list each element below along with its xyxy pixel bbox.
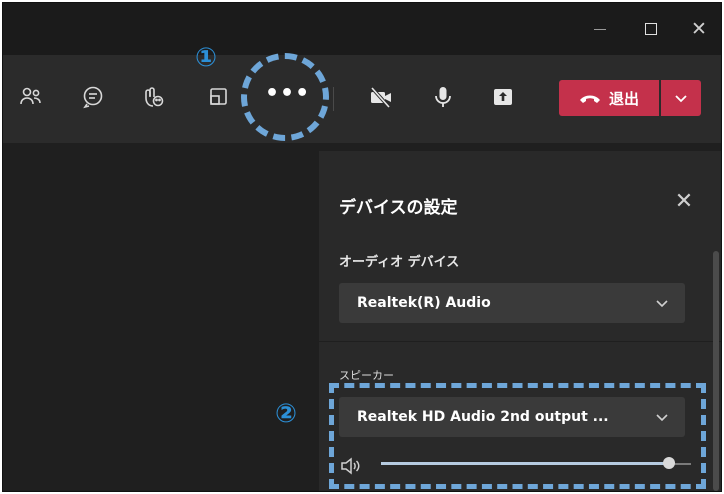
people-icon	[20, 87, 41, 105]
scrollbar-thumb[interactable]	[713, 251, 719, 491]
microphone-toggle-button[interactable]	[427, 81, 459, 113]
leave-label: 退出	[608, 89, 639, 108]
audio-device-select[interactable]: Realtek(R) Audio	[339, 283, 685, 323]
minimize-icon	[594, 29, 606, 30]
share-screen-button[interactable]	[487, 81, 519, 113]
audio-device-value: Realtek(R) Audio	[357, 295, 491, 311]
meeting-toolbar: ••• 退出	[3, 55, 721, 143]
people-button[interactable]	[15, 81, 47, 113]
teams-meeting-window: ✕ ••• 退出 デバイスの設定 ✕ オーディオ デバイス Realtek(R)…	[2, 2, 722, 492]
chevron-down-icon	[675, 95, 687, 103]
microphone-icon	[435, 87, 451, 107]
panel-title: デバイスの設定	[339, 198, 458, 218]
toolbar-divider	[333, 87, 334, 111]
maximize-button[interactable]	[639, 17, 663, 41]
phone-hangup-icon	[579, 95, 600, 103]
leave-button[interactable]: 退出	[559, 80, 659, 116]
window-close-button[interactable]: ✕	[687, 17, 711, 41]
leave-options-button[interactable]	[661, 80, 701, 116]
chat-icon	[83, 86, 103, 109]
audio-device-label: オーディオ デバイス	[339, 255, 460, 270]
chevron-down-icon	[656, 300, 668, 308]
annotation-rect-speaker	[329, 383, 706, 489]
section-divider	[319, 341, 721, 342]
breakout-rooms-button[interactable]	[203, 81, 235, 113]
camera-off-icon	[370, 86, 391, 109]
title-bar: ✕	[3, 3, 721, 55]
annotation-circle-more-button	[241, 53, 329, 141]
camera-toggle-button[interactable]	[365, 81, 397, 113]
panel-scrollbar[interactable]	[713, 251, 719, 491]
share-icon	[494, 89, 512, 105]
maximize-icon	[645, 23, 657, 35]
reactions-button[interactable]	[137, 81, 169, 113]
speaker-label: スピーカー	[339, 369, 394, 382]
minimize-button[interactable]	[588, 17, 612, 41]
annotation-number-2: ②	[275, 399, 298, 429]
annotation-number-1: ①	[195, 43, 218, 73]
chat-button[interactable]	[77, 81, 109, 113]
reactions-icon	[145, 87, 164, 107]
panel-close-button[interactable]: ✕	[669, 187, 699, 217]
rooms-icon	[210, 88, 227, 105]
